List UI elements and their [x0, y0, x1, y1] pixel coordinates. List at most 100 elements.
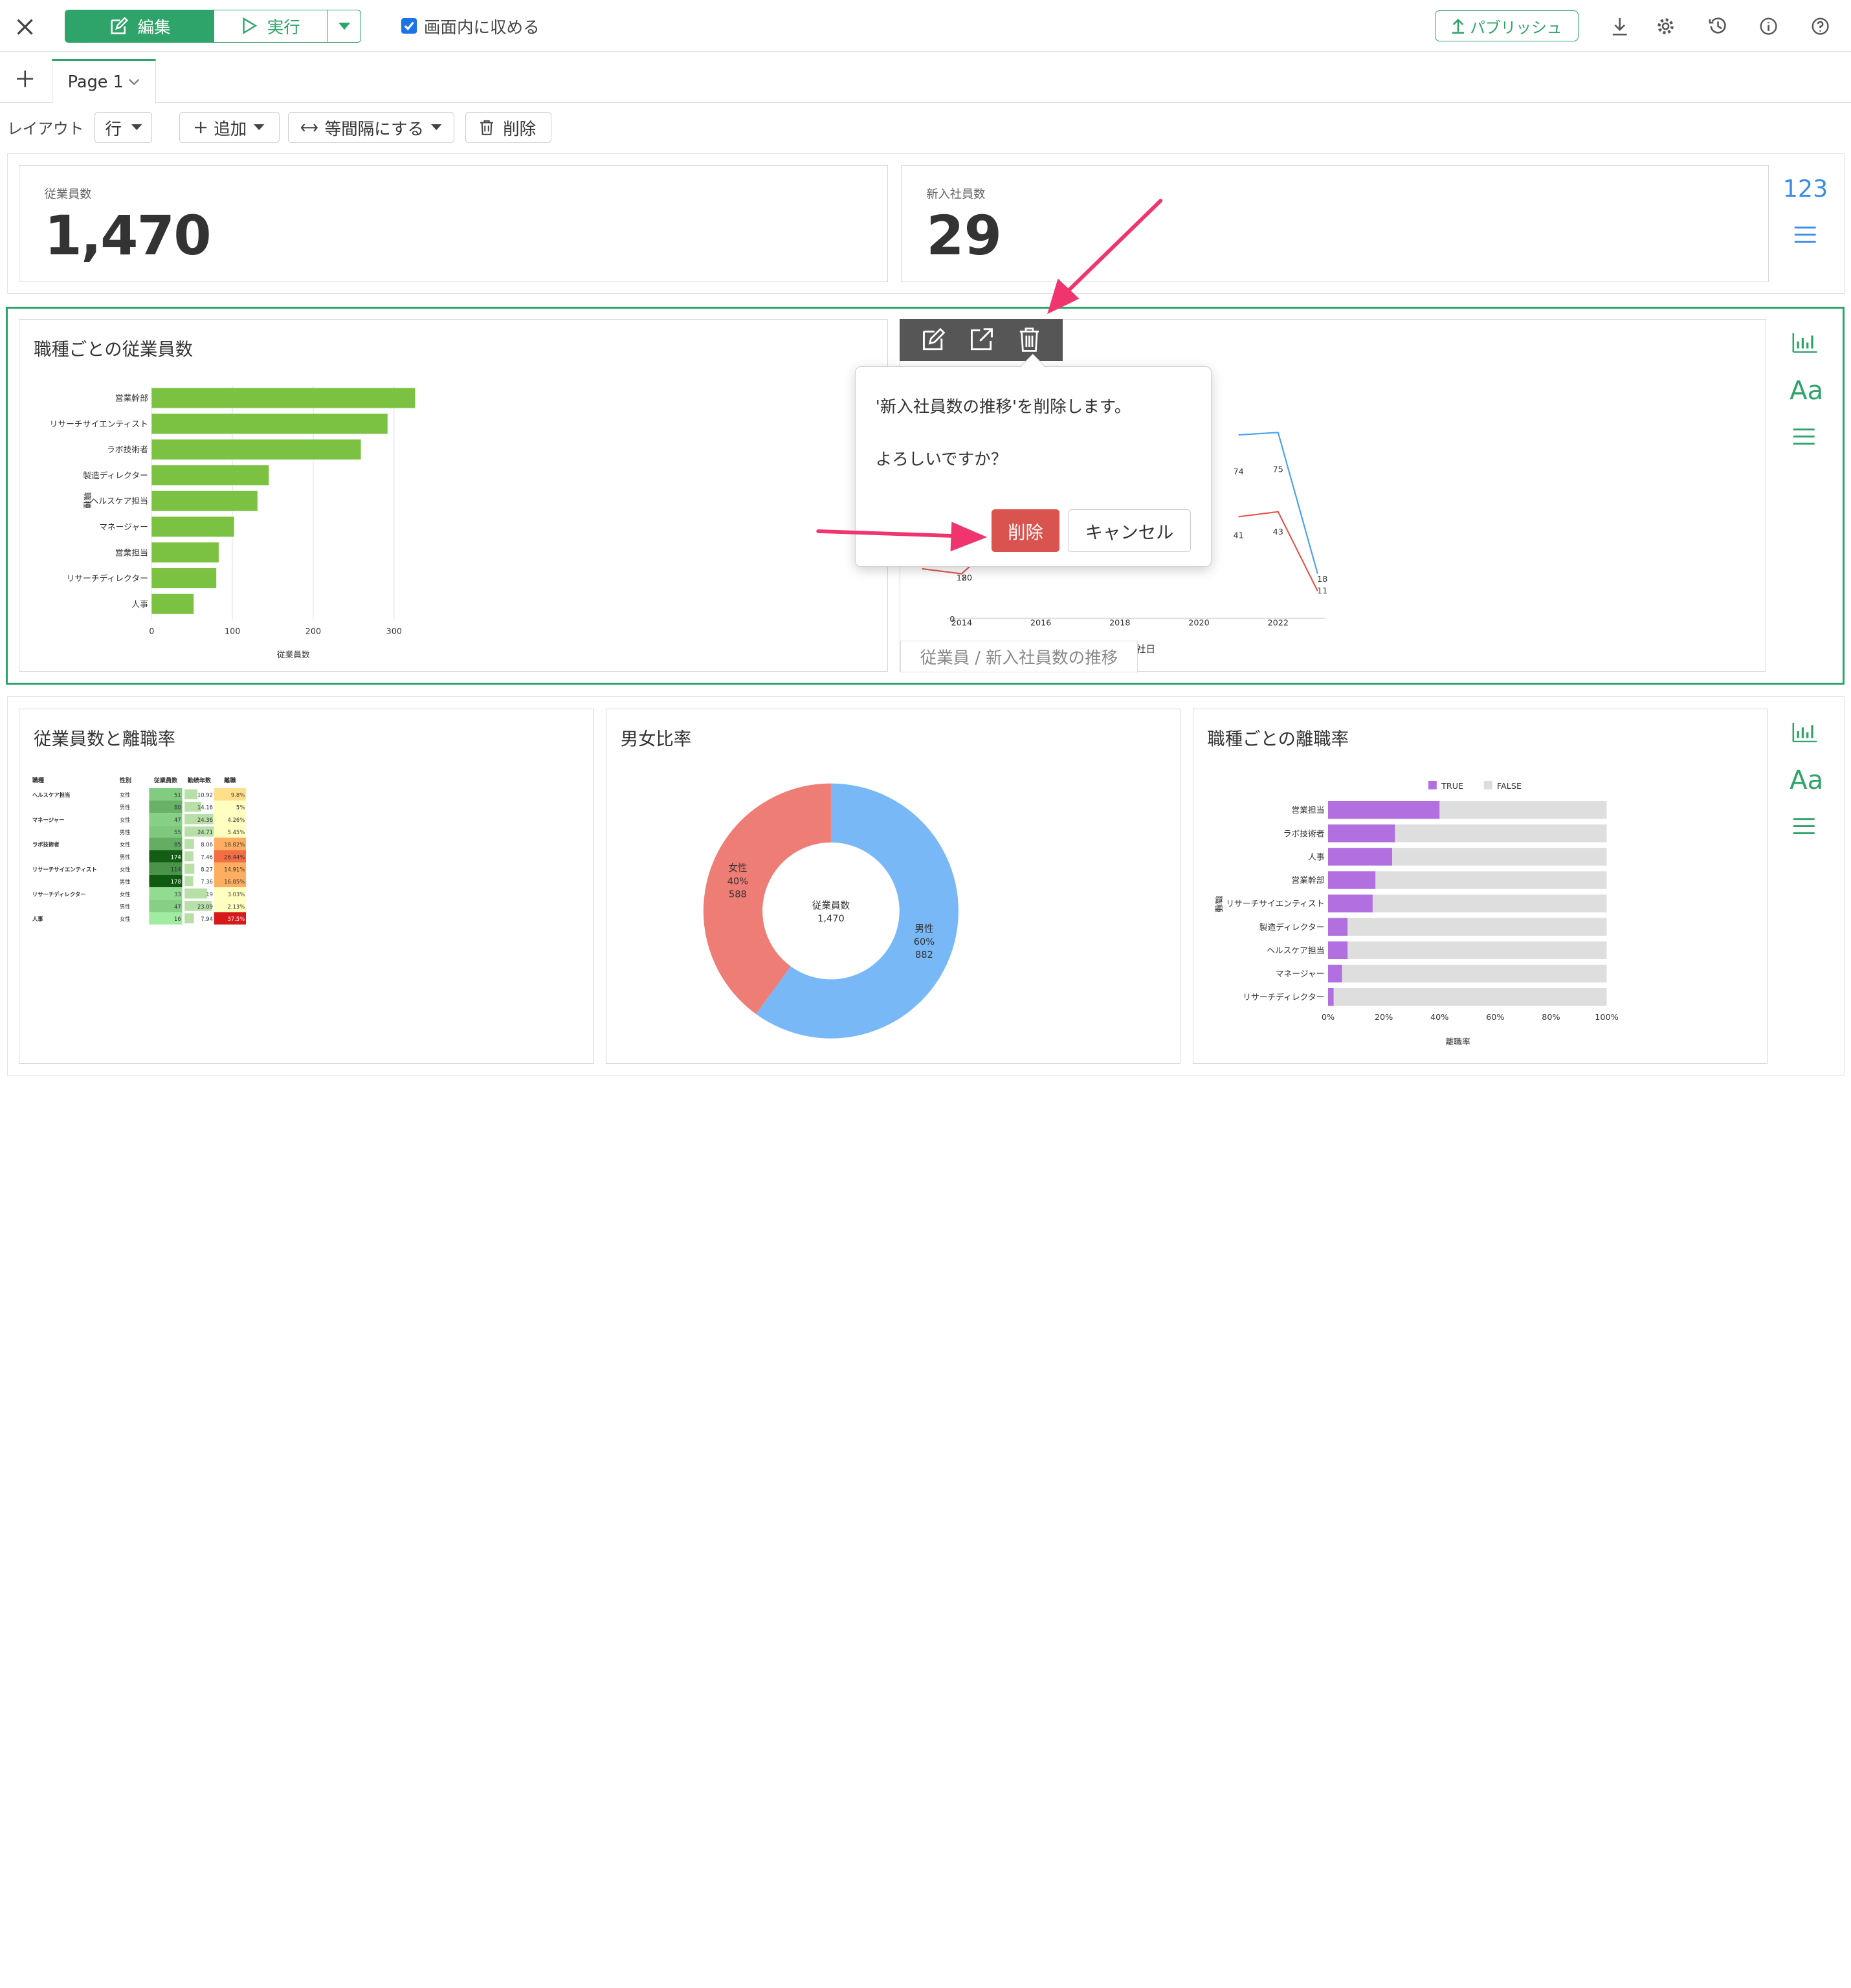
- table-cell: 女性: [120, 916, 131, 922]
- spacing-button[interactable]: 等間隔にする: [288, 112, 455, 143]
- bar: [151, 593, 194, 614]
- number-icon[interactable]: 123: [1783, 175, 1828, 203]
- bar-true: [1327, 988, 1334, 1006]
- kpi-value: 1,470: [44, 203, 211, 267]
- text-icon[interactable]: Aa: [1785, 375, 1828, 406]
- data-bar: [184, 913, 195, 923]
- add-label: 追加: [214, 119, 247, 139]
- bar-true: [1327, 801, 1439, 819]
- history-icon[interactable]: [1705, 13, 1731, 39]
- fit-checkbox-wrap[interactable]: 画面内に収める: [401, 16, 540, 38]
- bar-chart-panel[interactable]: 職種ごとの従業員数 0 100 200 300 営業幹部 リサーチサイエンティスト ラボ技術…: [19, 318, 888, 672]
- edit-run-group: 編集 実行: [65, 9, 362, 43]
- x-tick-label: 2016: [1030, 618, 1052, 628]
- check-icon: [404, 21, 414, 31]
- column-header: 職種: [32, 777, 44, 784]
- kpi-card-employees[interactable]: 従業員数 1,470: [19, 165, 888, 282]
- add-page-icon[interactable]: [12, 66, 38, 92]
- table-cell: 85: [174, 841, 181, 848]
- kpi-card-new-hires[interactable]: 新入社員数 29: [900, 165, 1769, 282]
- table-cell: マネージャー: [32, 817, 65, 823]
- trash-icon[interactable]: [1014, 325, 1044, 355]
- table-cell: 女性: [120, 891, 131, 898]
- help-icon[interactable]: [1808, 13, 1834, 39]
- caret-down-icon: [131, 124, 142, 131]
- run-dropdown-button[interactable]: [327, 10, 360, 42]
- bar: [151, 388, 416, 408]
- kpi-label: 新入社員数: [926, 187, 986, 201]
- bar: [151, 516, 234, 537]
- fit-checkbox[interactable]: [401, 18, 417, 34]
- table-cell: 男性: [120, 903, 131, 910]
- delete-confirm-popover: '新入社員数の推移'を削除します。 よろしいですか？ 削除 キャンセル: [854, 353, 1212, 567]
- slice-label: 女性: [728, 862, 747, 874]
- data-label: 75: [1273, 465, 1283, 474]
- data-bar: [184, 888, 208, 899]
- top-toolbar: 編集 実行 画面内に収める パブリッシュ: [0, 0, 1851, 52]
- table-cell: 男性: [120, 829, 131, 835]
- bar-true: [1327, 941, 1347, 959]
- confirm-delete-button[interactable]: 削除: [991, 509, 1060, 552]
- y-tick-label: 0: [949, 615, 955, 624]
- publish-button[interactable]: パブリッシュ: [1434, 10, 1579, 41]
- caret-down-icon: [338, 22, 350, 30]
- gear-icon[interactable]: [1653, 13, 1679, 39]
- add-button[interactable]: 追加: [179, 112, 280, 143]
- play-icon: [243, 17, 257, 34]
- chart-icon[interactable]: [1788, 328, 1823, 357]
- table-cell: 2.13%: [228, 903, 245, 910]
- slice-label: 60%: [913, 936, 935, 947]
- table-cell: 114: [171, 866, 181, 872]
- confirm-cancel-button[interactable]: キャンセル: [1068, 509, 1191, 552]
- donut-panel[interactable]: 男女比率 男性 60% 882 女性 40% 588 従業員数 1,470: [605, 708, 1181, 1064]
- info-icon[interactable]: [1756, 13, 1782, 39]
- table-cell: 16: [174, 916, 181, 922]
- legend-swatch: [1483, 780, 1492, 790]
- bar-false: [1327, 988, 1607, 1006]
- table-cell: 19: [206, 891, 214, 898]
- table-cell: 178: [171, 879, 181, 885]
- text-icon[interactable]: Aa: [1785, 765, 1828, 795]
- column-header: 性別: [120, 777, 131, 784]
- close-icon[interactable]: [10, 12, 40, 42]
- edit-icon[interactable]: [918, 325, 948, 355]
- external-link-icon[interactable]: [966, 325, 996, 355]
- run-button[interactable]: 実行: [214, 10, 328, 42]
- gender-ratio-chart: 男性 60% 882 女性 40% 588 従業員数 1,470: [703, 783, 959, 1039]
- category-label: ラボ技術者: [1283, 829, 1324, 839]
- horizontal-arrows-icon: [301, 123, 318, 132]
- column-header: 離職: [225, 777, 237, 784]
- table-panel[interactable]: 従業員数と離職率 職種 性別 従業員数 勤続年数 離職 ヘルスケア担当 女性 51 10.92 9…: [19, 708, 594, 1064]
- x-axis-label: 従業員数: [277, 650, 310, 660]
- x-tick-label: 0%: [1321, 1013, 1334, 1022]
- table-cell: 10.92: [197, 791, 213, 798]
- chart-icon[interactable]: [1788, 718, 1823, 746]
- table-cell: 14.91%: [225, 866, 245, 872]
- turnover-by-role-chart: TRUE FALSE 営業担当ラボ技術者人事営業幹部リサーチサイエンティスト製造ディ…: [1213, 780, 1619, 1047]
- category-label: マネージャー: [99, 522, 148, 532]
- table-cell: 7.36: [201, 879, 214, 885]
- bar: [151, 414, 388, 434]
- data-label: 74: [1234, 467, 1244, 477]
- delete-row-button[interactable]: 削除: [465, 112, 551, 143]
- panel-toolbar: [900, 318, 1063, 362]
- table-cell: 男性: [120, 879, 131, 885]
- turnover-bar-panel[interactable]: 職種ごとの離職率 TRUE FALSE 営業担当 ラボ技術者 人事 営業幹部 リサーチサイエ…: [1192, 708, 1768, 1064]
- table-cell: 人事: [32, 916, 43, 922]
- data-label: 11: [1317, 586, 1327, 596]
- slice-label: 588: [729, 889, 747, 900]
- x-tick-label: 300: [386, 626, 402, 636]
- row-select[interactable]: 行: [94, 112, 153, 143]
- download-icon[interactable]: [1607, 13, 1633, 39]
- table-cell: 55: [174, 829, 181, 835]
- menu-icon[interactable]: [1788, 425, 1821, 448]
- bar-true: [1327, 964, 1342, 983]
- edit-icon: [111, 16, 128, 34]
- edit-button[interactable]: 編集: [65, 10, 215, 42]
- table-cell: 23.09: [197, 903, 213, 910]
- menu-icon[interactable]: [1789, 222, 1822, 248]
- x-tick-label: 100%: [1595, 1013, 1619, 1022]
- tab-page-1[interactable]: Page 1: [52, 59, 156, 104]
- edit-label: 編集: [137, 17, 171, 38]
- menu-icon[interactable]: [1788, 815, 1821, 838]
